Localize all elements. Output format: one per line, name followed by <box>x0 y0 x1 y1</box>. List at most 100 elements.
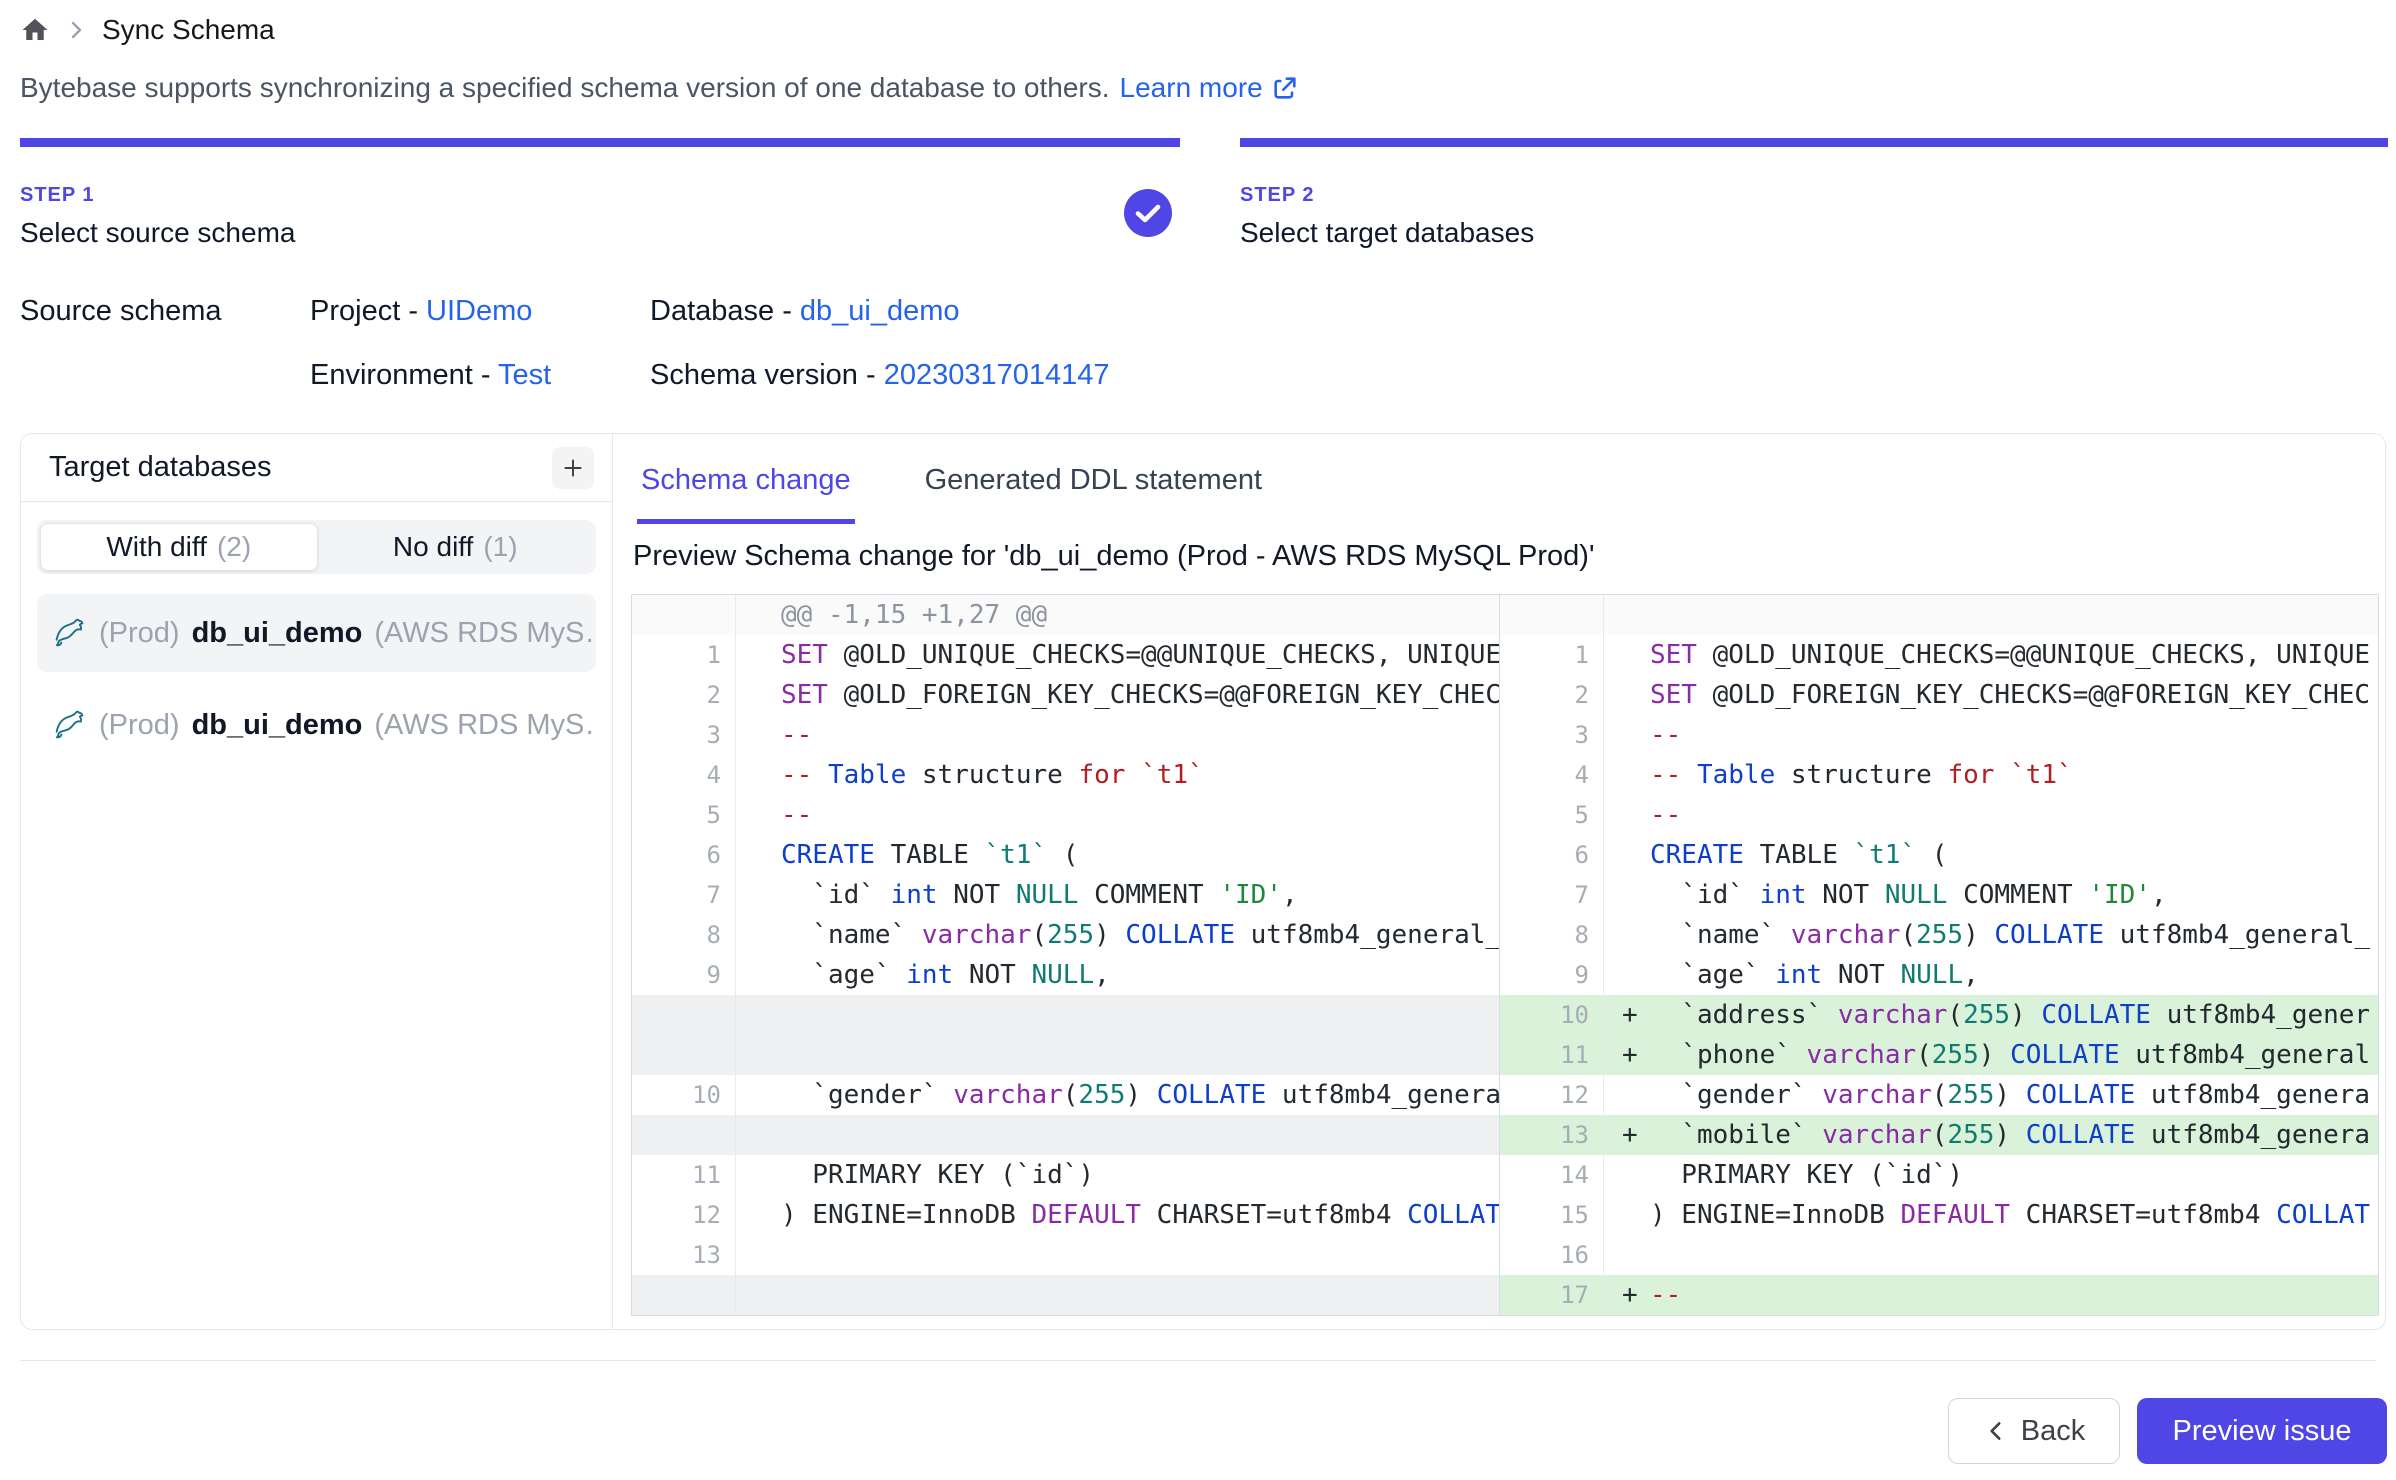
diff-placeholder-row <box>632 1275 1499 1315</box>
line-number: 9 <box>1500 955 1604 995</box>
diff-sign: + <box>1604 1275 1650 1315</box>
diff-placeholder-row <box>632 1035 1499 1075</box>
diff-code-row: 16 <box>1500 1235 2378 1275</box>
diff-code-row: 9 `age` int NOT NULL, <box>632 955 1499 995</box>
diff-hunk-header: @@ -1,15 +1,27 @@ <box>632 595 1499 635</box>
mysql-icon <box>51 707 87 743</box>
diff-filter-segmented-control: With diff (2) No diff (1) <box>37 520 596 574</box>
step1-title: Select source schema <box>20 217 295 249</box>
environment-link[interactable]: Test <box>498 359 551 391</box>
filter-label: No diff <box>393 531 473 563</box>
line-number: 3 <box>632 715 736 755</box>
line-number: 1 <box>632 635 736 675</box>
tab-generated-ddl[interactable]: Generated DDL statement <box>921 450 1266 524</box>
plus-icon <box>560 455 586 481</box>
database-link[interactable]: db_ui_demo <box>800 295 960 327</box>
source-field-environment: Environment - Test <box>310 359 551 392</box>
filter-count: (1) <box>483 531 517 563</box>
diff-code-row: 3 -- <box>632 715 1499 755</box>
line-number: 3 <box>1500 715 1604 755</box>
diff-code-row: 4 -- Table structure for `t1` <box>632 755 1499 795</box>
diff-code-row: 5 -- <box>632 795 1499 835</box>
line-number: 14 <box>1500 1155 1604 1195</box>
step2-progress-bar <box>1240 138 2388 147</box>
diff-placeholder-row <box>632 1115 1499 1155</box>
line-number: 7 <box>632 875 736 915</box>
diff-code-row: 4 -- Table structure for `t1` <box>1500 755 2378 795</box>
diff-code-row: 1 SET @OLD_UNIQUE_CHECKS=@@UNIQUE_CHECKS… <box>632 635 1499 675</box>
line-number: 1 <box>1500 635 1604 675</box>
db-name: db_ui_demo <box>192 617 363 650</box>
line-number: 11 <box>632 1155 736 1195</box>
line-number: 10 <box>1500 995 1604 1035</box>
source-schema-label: Source schema <box>20 295 222 328</box>
diff-code-row: 10 + `address` varchar(255) COLLATE utf8… <box>1500 995 2378 1035</box>
line-number: 4 <box>632 755 736 795</box>
diff-filler-row <box>1500 595 2378 635</box>
diff-code-row: 14 PRIMARY KEY (`id`) <box>1500 1155 2378 1195</box>
diff-sign: + <box>1604 1115 1650 1155</box>
home-icon[interactable] <box>20 15 50 45</box>
step1-label: STEP 1 <box>20 184 295 207</box>
target-database-item[interactable]: (Prod) db_ui_demo (AWS RDS MyS… <box>37 594 596 672</box>
diff-code-row: 3 -- <box>1500 715 2378 755</box>
target-database-item[interactable]: (Prod) db_ui_demo (AWS RDS MyS… <box>37 686 596 764</box>
diff-sign: + <box>1604 1035 1650 1075</box>
preview-issue-button[interactable]: Preview issue <box>2137 1398 2387 1464</box>
line-number: 2 <box>1500 675 1604 715</box>
step1-completed-check-icon <box>1124 189 1172 242</box>
db-instance: (AWS RDS MyS… <box>374 617 596 650</box>
diff-code-row: 2 SET @OLD_FOREIGN_KEY_CHECKS=@@FOREIGN_… <box>632 675 1499 715</box>
preview-tabs: Schema change Generated DDL statement <box>637 450 1266 524</box>
db-instance: (AWS RDS MyS… <box>374 709 596 742</box>
diff-code-row: 13 + `mobile` varchar(255) COLLATE utf8m… <box>1500 1115 2378 1155</box>
diff-pane-target[interactable]: 1 SET @OLD_UNIQUE_CHECKS=@@UNIQUE_CHECKS… <box>1500 595 2378 1315</box>
back-button[interactable]: Back <box>1948 1398 2120 1464</box>
schema-version-link[interactable]: 20230317014147 <box>884 359 1110 391</box>
target-databases-panel: Target databases With diff (2) No diff (… <box>21 434 613 1329</box>
source-schema-summary: Source schema Project - UIDemo Database … <box>20 295 1420 425</box>
filter-count: (2) <box>217 531 251 563</box>
source-field-project: Project - UIDemo <box>310 295 532 328</box>
source-field-schema-version: Schema version - 20230317014147 <box>650 359 1110 392</box>
source-field-database: Database - db_ui_demo <box>650 295 960 328</box>
diff-code-row: 6 CREATE TABLE `t1` ( <box>1500 835 2378 875</box>
intro-line: Bytebase supports synchronizing a specif… <box>20 72 1299 104</box>
diff-code-row: 8 `name` varchar(255) COLLATE utf8mb4_ge… <box>632 915 1499 955</box>
db-name: db_ui_demo <box>192 709 363 742</box>
db-environment: (Prod) <box>99 617 180 650</box>
breadcrumb: Sync Schema <box>20 14 275 46</box>
diff-code-row: 17 +-- <box>1500 1275 2378 1315</box>
diff-filter-with-diff[interactable]: With diff (2) <box>40 523 318 571</box>
preview-title: Preview Schema change for 'db_ui_demo (P… <box>633 540 1595 573</box>
line-number: 9 <box>632 955 736 995</box>
diff-code-row: 11 PRIMARY KEY (`id`) <box>632 1155 1499 1195</box>
diff-code-row: 13 <box>632 1235 1499 1275</box>
diff-code-row: 6 CREATE TABLE `t1` ( <box>632 835 1499 875</box>
diff-code-row: 7 `id` int NOT NULL COMMENT 'ID', <box>1500 875 2378 915</box>
step2: STEP 2 Select target databases <box>1240 184 1534 249</box>
learn-more-link[interactable]: Learn more <box>1120 72 1299 104</box>
line-number: 5 <box>1500 795 1604 835</box>
step1: STEP 1 Select source schema <box>20 184 295 249</box>
external-link-icon <box>1271 74 1299 102</box>
schema-diff-viewer: @@ -1,15 +1,27 @@ 1 SET @OLD_UNIQUE_CHEC… <box>631 594 2379 1316</box>
project-link[interactable]: UIDemo <box>426 295 532 327</box>
diff-code-row: 2 SET @OLD_FOREIGN_KEY_CHECKS=@@FOREIGN_… <box>1500 675 2378 715</box>
main-card: Target databases With diff (2) No diff (… <box>20 433 2386 1330</box>
filter-label: With diff <box>106 531 207 563</box>
tab-schema-change[interactable]: Schema change <box>637 450 855 524</box>
line-number: 17 <box>1500 1275 1604 1315</box>
diff-pane-source[interactable]: @@ -1,15 +1,27 @@ 1 SET @OLD_UNIQUE_CHEC… <box>632 595 1500 1315</box>
diff-filter-no-diff[interactable]: No diff (1) <box>318 523 594 571</box>
target-databases-title: Target databases <box>49 451 271 484</box>
step2-title: Select target databases <box>1240 217 1534 249</box>
step2-label: STEP 2 <box>1240 184 1534 207</box>
diff-code-row: 12 ) ENGINE=InnoDB DEFAULT CHARSET=utf8m… <box>632 1195 1499 1235</box>
add-target-database-button[interactable] <box>552 447 594 489</box>
line-number: 5 <box>632 795 736 835</box>
line-number: 8 <box>632 915 736 955</box>
diff-code-row: 8 `name` varchar(255) COLLATE utf8mb4_ge… <box>1500 915 2378 955</box>
mysql-icon <box>51 615 87 651</box>
intro-text: Bytebase supports synchronizing a specif… <box>20 72 1110 104</box>
